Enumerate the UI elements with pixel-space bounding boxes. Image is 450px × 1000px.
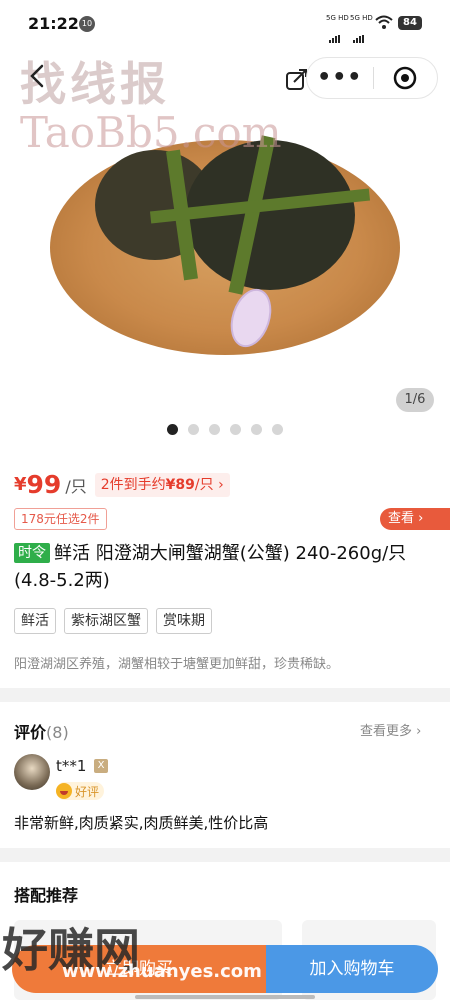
- review-username: t**1: [56, 757, 87, 775]
- signal-label: 5G HD: [350, 14, 373, 22]
- see-more-label: 查看更多: [360, 724, 413, 739]
- view-label: 查看: [388, 511, 415, 526]
- price-value: 99: [26, 470, 62, 499]
- promo-price: ¥89: [165, 476, 195, 493]
- back-arrow-icon[interactable]: [24, 62, 52, 90]
- view-button[interactable]: 查看 ›: [380, 508, 450, 530]
- gallery-dot[interactable]: [272, 424, 283, 435]
- gallery-dot[interactable]: [251, 424, 262, 435]
- product-tags: 鲜活 紫标湖区蟹 赏味期: [14, 608, 212, 634]
- chevron-right-icon: ›: [218, 476, 224, 493]
- target-icon: [394, 66, 417, 90]
- wifi-icon: [375, 15, 393, 29]
- rating-badge: 好评: [56, 782, 105, 800]
- reviews-title-text: 评价: [14, 723, 47, 742]
- chevron-right-icon: ›: [412, 724, 422, 739]
- signal-icon: [329, 24, 345, 43]
- product-tag: 赏味期: [156, 608, 212, 634]
- promo-prefix: 2件到手约: [100, 476, 166, 493]
- product-description: 阳澄湖湖区养殖，湖蟹相较于塘蟹更加鲜甜，珍贵稀缺。: [14, 657, 340, 672]
- gallery-page-indicator: 1/6: [396, 388, 434, 412]
- gallery-dot[interactable]: [167, 424, 178, 435]
- reviews-section: 评价(8) 查看更多 › t**1 X 好评 非常新鲜,肉质紧实,肉质鲜美,性价…: [0, 702, 450, 848]
- product-gallery[interactable]: 21:22 10 5G HD 5G HD 84 找线报 TaoBb5.com •…: [0, 0, 450, 450]
- gallery-dot[interactable]: [230, 424, 241, 435]
- promo-suffix: /只: [194, 476, 214, 493]
- user-badge: X: [94, 759, 108, 773]
- close-mini-program-button[interactable]: [374, 65, 438, 91]
- avatar: [14, 754, 50, 790]
- price-row: ¥ 99 /只 2件到手约¥89/只 ›: [14, 470, 230, 499]
- reviews-count: (8): [46, 723, 69, 742]
- product-title-text: 鲜活 阳澄湖大闸蟹湖蟹(公蟹) 240-260g/只(4.8-5.2两): [14, 543, 407, 591]
- bundle-promo-tag[interactable]: 2件到手约¥89/只 ›: [94, 472, 230, 497]
- more-icon[interactable]: •••: [307, 58, 373, 98]
- gallery-dots: [0, 424, 450, 435]
- rating-label: 好评: [75, 784, 100, 799]
- chevron-right-icon: ›: [414, 511, 424, 526]
- signal-icon: [353, 24, 369, 43]
- product-tag: 鲜活: [14, 608, 56, 634]
- signal-label: 5G HD: [326, 14, 349, 22]
- smile-icon: [56, 783, 72, 799]
- season-badge: 时令: [14, 543, 50, 563]
- product-tag: 紫标湖区蟹: [64, 608, 148, 634]
- product-title: 时令 鲜活 阳澄湖大闸蟹湖蟹(公蟹) 240-260g/只(4.8-5.2两): [14, 540, 442, 594]
- battery-icon: 84: [398, 16, 422, 30]
- notification-badge: 10: [79, 16, 95, 32]
- watermark-url: www.zhuanyes.com: [62, 961, 262, 982]
- status-bar: 21:22 10 5G HD 5G HD 84: [0, 0, 450, 44]
- mini-program-capsule: •••: [306, 57, 438, 99]
- recommendations-title: 搭配推荐: [14, 886, 79, 905]
- review-text: 非常新鲜,肉质紧实,肉质鲜美,性价比高: [14, 814, 269, 832]
- price-symbol: ¥: [14, 474, 27, 495]
- status-time: 21:22: [28, 14, 79, 33]
- watermark-url: TaoBb5.com: [20, 108, 282, 157]
- gallery-dot[interactable]: [209, 424, 220, 435]
- coupon-tag[interactable]: 178元任选2件: [14, 508, 107, 530]
- see-more-reviews-link[interactable]: 查看更多 ›: [360, 720, 421, 739]
- reviews-title: 评价(8): [14, 719, 69, 743]
- product-info-card: ¥ 99 /只 2件到手约¥89/只 › 178元任选2件 查看 › 时令 鲜活 …: [0, 450, 450, 688]
- home-indicator[interactable]: [135, 995, 315, 999]
- add-to-cart-button[interactable]: 加入购物车: [266, 945, 438, 993]
- price-unit: /只: [65, 476, 87, 496]
- gallery-dot[interactable]: [188, 424, 199, 435]
